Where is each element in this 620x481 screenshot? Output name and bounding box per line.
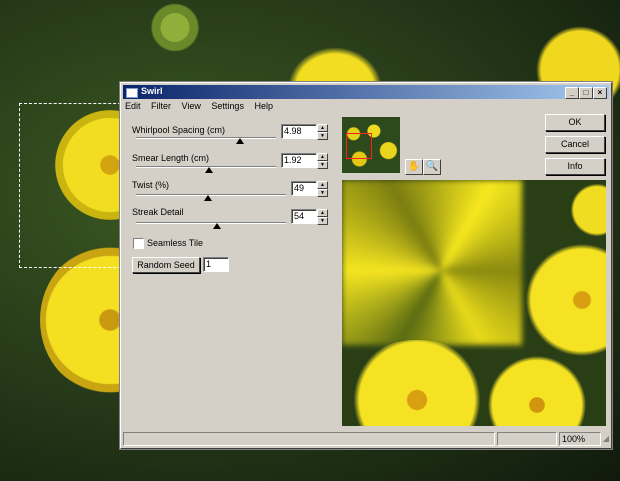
hand-icon[interactable]: ✋ [405,159,423,175]
menu-bar: Edit Filter View Settings Help [125,101,281,113]
seamless-label: Seamless Tile [147,238,204,248]
twist-input[interactable]: 49 [291,181,317,196]
streak-input[interactable]: 54 [291,209,317,224]
navigator-frame[interactable] [346,133,372,159]
whirlpool-input[interactable]: 4.98 [281,124,317,139]
seamless-checkbox[interactable] [133,238,144,249]
navigator-thumbnail[interactable] [342,117,400,173]
app-icon [126,88,138,98]
random-seed-input[interactable]: 1 [203,257,229,272]
streak-spinner[interactable]: ▲ ▼ [317,209,328,225]
flower [522,240,606,360]
menu-settings[interactable]: Settings [211,101,244,111]
ok-button[interactable]: OK [545,114,605,131]
title-bar[interactable]: Swirl _ □ × [123,85,609,99]
streak-slider-track[interactable] [136,222,286,224]
menu-filter[interactable]: Filter [151,101,171,111]
resize-grip-icon[interactable]: ◢ [603,434,609,443]
whirlpool-slider-track[interactable] [136,137,276,139]
swirl-effect [342,180,522,345]
status-pane [497,432,557,446]
swirl-dialog: Swirl _ □ × Edit Filter View Settings He… [120,82,612,449]
smear-label: Smear Length (cm) [132,153,210,163]
smear-slider-thumb[interactable] [204,167,213,173]
smear-spinner[interactable]: ▲ ▼ [317,153,328,169]
smear-input[interactable]: 1.92 [281,153,317,168]
random-seed-button[interactable]: Random Seed [132,257,200,273]
window-title: Swirl [141,86,163,96]
whirlpool-label: Whirlpool Spacing (cm) [132,125,226,135]
whirlpool-slider-thumb[interactable] [235,138,244,144]
twist-label: Twist (%) [132,180,169,190]
menu-edit[interactable]: Edit [125,101,141,111]
selection-marquee [19,103,131,268]
streak-label: Streak Detail [132,207,184,217]
preview-image[interactable] [342,180,606,426]
twist-slider-thumb[interactable] [204,195,212,201]
whirlpool-spinner[interactable]: ▲ ▼ [317,124,328,140]
minimize-button[interactable]: _ [565,87,579,99]
status-bar: 100% ◢ [123,432,609,446]
zoom-icon[interactable]: 🔍 [423,159,441,175]
flower [482,355,592,426]
cancel-button[interactable]: Cancel [545,136,605,153]
flower [145,0,205,55]
flower [342,340,492,426]
maximize-button[interactable]: □ [579,87,593,99]
status-pane [123,432,495,446]
zoom-level: 100% [559,432,601,446]
flower [567,180,606,240]
info-button[interactable]: Info [545,158,605,175]
menu-view[interactable]: View [182,101,201,111]
twist-spinner[interactable]: ▲ ▼ [317,181,328,197]
close-button[interactable]: × [593,87,607,99]
menu-help[interactable]: Help [254,101,273,111]
streak-slider-thumb[interactable] [213,223,221,229]
